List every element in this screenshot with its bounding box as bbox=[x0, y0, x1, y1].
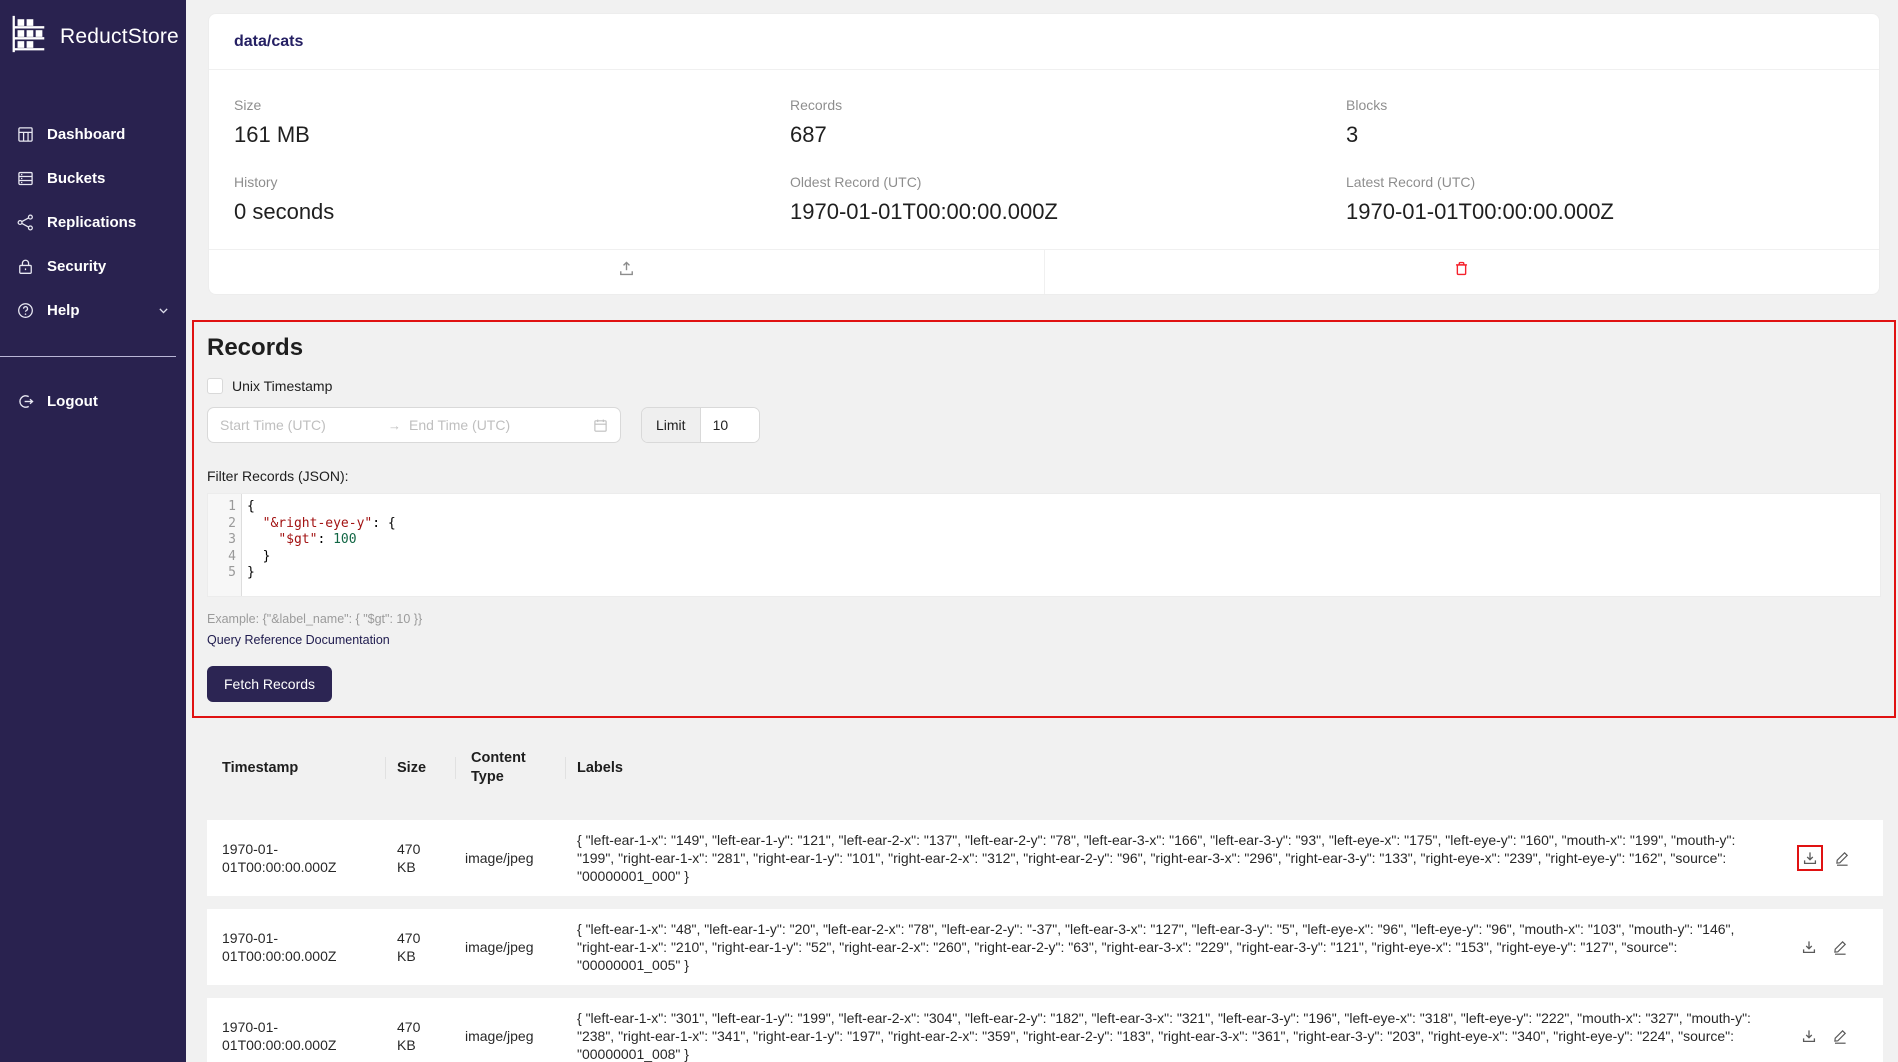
records-title: Records bbox=[207, 334, 1881, 362]
cell-content-type: image/jpeg bbox=[455, 938, 565, 956]
security-icon bbox=[17, 258, 34, 275]
cell-labels: { "left-ear-1-x": "48", "left-ear-1-y": … bbox=[565, 920, 1787, 974]
cell-timestamp: 1970-01-01T00:00:00.000Z bbox=[222, 840, 385, 876]
json-filter-editor[interactable]: 12345 { "&right-eye-y": { "$gt": 100 }} bbox=[207, 493, 1881, 597]
sidebar-item-dashboard[interactable]: Dashboard bbox=[0, 112, 186, 156]
table-header: Timestamp Size Content Type Labels bbox=[207, 736, 1883, 800]
download-record-button[interactable] bbox=[1801, 939, 1817, 955]
brand-name: ReductStore bbox=[60, 25, 179, 49]
cell-content-type: image/jpeg bbox=[455, 849, 565, 867]
cell-actions bbox=[1787, 845, 1875, 871]
col-content-type: Content Type bbox=[455, 749, 565, 787]
end-time-placeholder: End Time (UTC) bbox=[409, 417, 585, 433]
edit-labels-button[interactable] bbox=[1834, 850, 1850, 866]
bucket-title: data/cats bbox=[209, 14, 1879, 70]
editor-line-numbers: 12345 bbox=[208, 494, 242, 596]
filters-row: Start Time (UTC) → End Time (UTC) Limit bbox=[207, 407, 1881, 443]
upload-icon bbox=[618, 260, 635, 282]
cell-size: 470 KB bbox=[385, 840, 455, 876]
cell-size: 470 KB bbox=[385, 1018, 455, 1054]
unix-timestamp-label: Unix Timestamp bbox=[232, 378, 332, 394]
delete-bucket-button[interactable] bbox=[1044, 250, 1880, 294]
bucket-stats: Size 161 MB Records 687 Blocks 3 History… bbox=[209, 70, 1879, 249]
limit-label: Limit bbox=[642, 408, 701, 442]
unix-timestamp-option[interactable]: Unix Timestamp bbox=[207, 378, 332, 394]
limit-input[interactable] bbox=[701, 408, 759, 442]
stat-history: History 0 seconds bbox=[234, 174, 790, 225]
logout-icon bbox=[17, 393, 34, 410]
cell-labels: { "left-ear-1-x": "301", "left-ear-1-y":… bbox=[565, 1009, 1787, 1062]
replications-icon bbox=[17, 214, 34, 231]
col-timestamp: Timestamp bbox=[222, 759, 385, 778]
col-labels: Labels bbox=[565, 759, 1787, 778]
bucket-actions bbox=[209, 249, 1879, 294]
table-body: 1970-01-01T00:00:00.000Z 470 KB image/jp… bbox=[207, 820, 1883, 1062]
cell-size: 470 KB bbox=[385, 929, 455, 965]
editor-code: { "&right-eye-y": { "$gt": 100 }} bbox=[242, 494, 396, 596]
start-time-placeholder: Start Time (UTC) bbox=[220, 417, 380, 433]
download-record-button[interactable] bbox=[1801, 1028, 1817, 1044]
trash-icon bbox=[1453, 260, 1470, 282]
time-range-picker[interactable]: Start Time (UTC) → End Time (UTC) bbox=[207, 407, 621, 443]
range-arrow-icon: → bbox=[388, 418, 401, 433]
stat-size: Size 161 MB bbox=[234, 97, 790, 148]
cell-actions bbox=[1787, 1024, 1875, 1048]
edit-labels-button[interactable] bbox=[1832, 1028, 1848, 1044]
cell-content-type: image/jpeg bbox=[455, 1027, 565, 1045]
table-row: 1970-01-01T00:00:00.000Z 470 KB image/jp… bbox=[207, 820, 1883, 896]
query-reference-link[interactable]: Query Reference Documentation bbox=[207, 633, 390, 647]
records-panel: Records Unix Timestamp Start Time (UTC) … bbox=[192, 320, 1896, 718]
sidebar-divider bbox=[0, 356, 176, 357]
sidebar-item-help[interactable]: Help bbox=[0, 288, 186, 332]
brand[interactable]: ReductStore bbox=[0, 0, 186, 72]
upload-record-button[interactable] bbox=[209, 250, 1044, 294]
stat-blocks: Blocks 3 bbox=[1346, 97, 1854, 148]
cell-labels: { "left-ear-1-x": "149", "left-ear-1-y":… bbox=[565, 831, 1787, 885]
reductstore-logo-icon bbox=[8, 13, 50, 60]
help-icon bbox=[17, 302, 34, 319]
dashboard-icon bbox=[17, 126, 34, 143]
fetch-records-button[interactable]: Fetch Records bbox=[207, 666, 332, 702]
bucket-card: data/cats Size 161 MB Records 687 Blocks… bbox=[208, 13, 1880, 295]
buckets-icon bbox=[17, 170, 34, 187]
sidebar-item-security[interactable]: Security bbox=[0, 244, 186, 288]
app-root: ReductStore Dashboard Buckets Replicatio… bbox=[0, 0, 1898, 1062]
unix-timestamp-checkbox[interactable] bbox=[207, 378, 223, 394]
cell-timestamp: 1970-01-01T00:00:00.000Z bbox=[222, 929, 385, 965]
sidebar-item-replications[interactable]: Replications bbox=[0, 200, 186, 244]
table-row: 1970-01-01T00:00:00.000Z 470 KB image/jp… bbox=[207, 998, 1883, 1062]
sidebar-nav: Dashboard Buckets Replications Security … bbox=[0, 112, 186, 332]
stat-records: Records 687 bbox=[790, 97, 1346, 148]
logout-label: Logout bbox=[47, 393, 169, 410]
col-size: Size bbox=[385, 759, 455, 778]
cell-timestamp: 1970-01-01T00:00:00.000Z bbox=[222, 1018, 385, 1054]
edit-labels-button[interactable] bbox=[1832, 939, 1848, 955]
calendar-icon bbox=[593, 418, 608, 433]
filter-example: Example: {"&label_name": { "$gt": 10 }} bbox=[207, 612, 1881, 626]
sidebar-item-buckets[interactable]: Buckets bbox=[0, 156, 186, 200]
sidebar: ReductStore Dashboard Buckets Replicatio… bbox=[0, 0, 186, 1062]
table-row: 1970-01-01T00:00:00.000Z 470 KB image/jp… bbox=[207, 909, 1883, 985]
download-record-button[interactable] bbox=[1802, 850, 1818, 866]
limit-group: Limit bbox=[641, 407, 760, 443]
sidebar-item-logout[interactable]: Logout bbox=[0, 379, 186, 423]
download-highlight-box bbox=[1797, 845, 1823, 871]
cell-actions bbox=[1787, 935, 1875, 959]
main-content: data/cats Size 161 MB Records 687 Blocks… bbox=[186, 0, 1898, 1062]
records-table: Timestamp Size Content Type Labels 1970-… bbox=[207, 736, 1883, 1062]
chevron-down-icon bbox=[157, 304, 170, 317]
stat-oldest-record-utc: Oldest Record (UTC) 1970-01-01T00:00:00.… bbox=[790, 174, 1346, 225]
stat-latest-record-utc: Latest Record (UTC) 1970-01-01T00:00:00.… bbox=[1346, 174, 1854, 225]
filter-records-label: Filter Records (JSON): bbox=[207, 468, 1881, 484]
